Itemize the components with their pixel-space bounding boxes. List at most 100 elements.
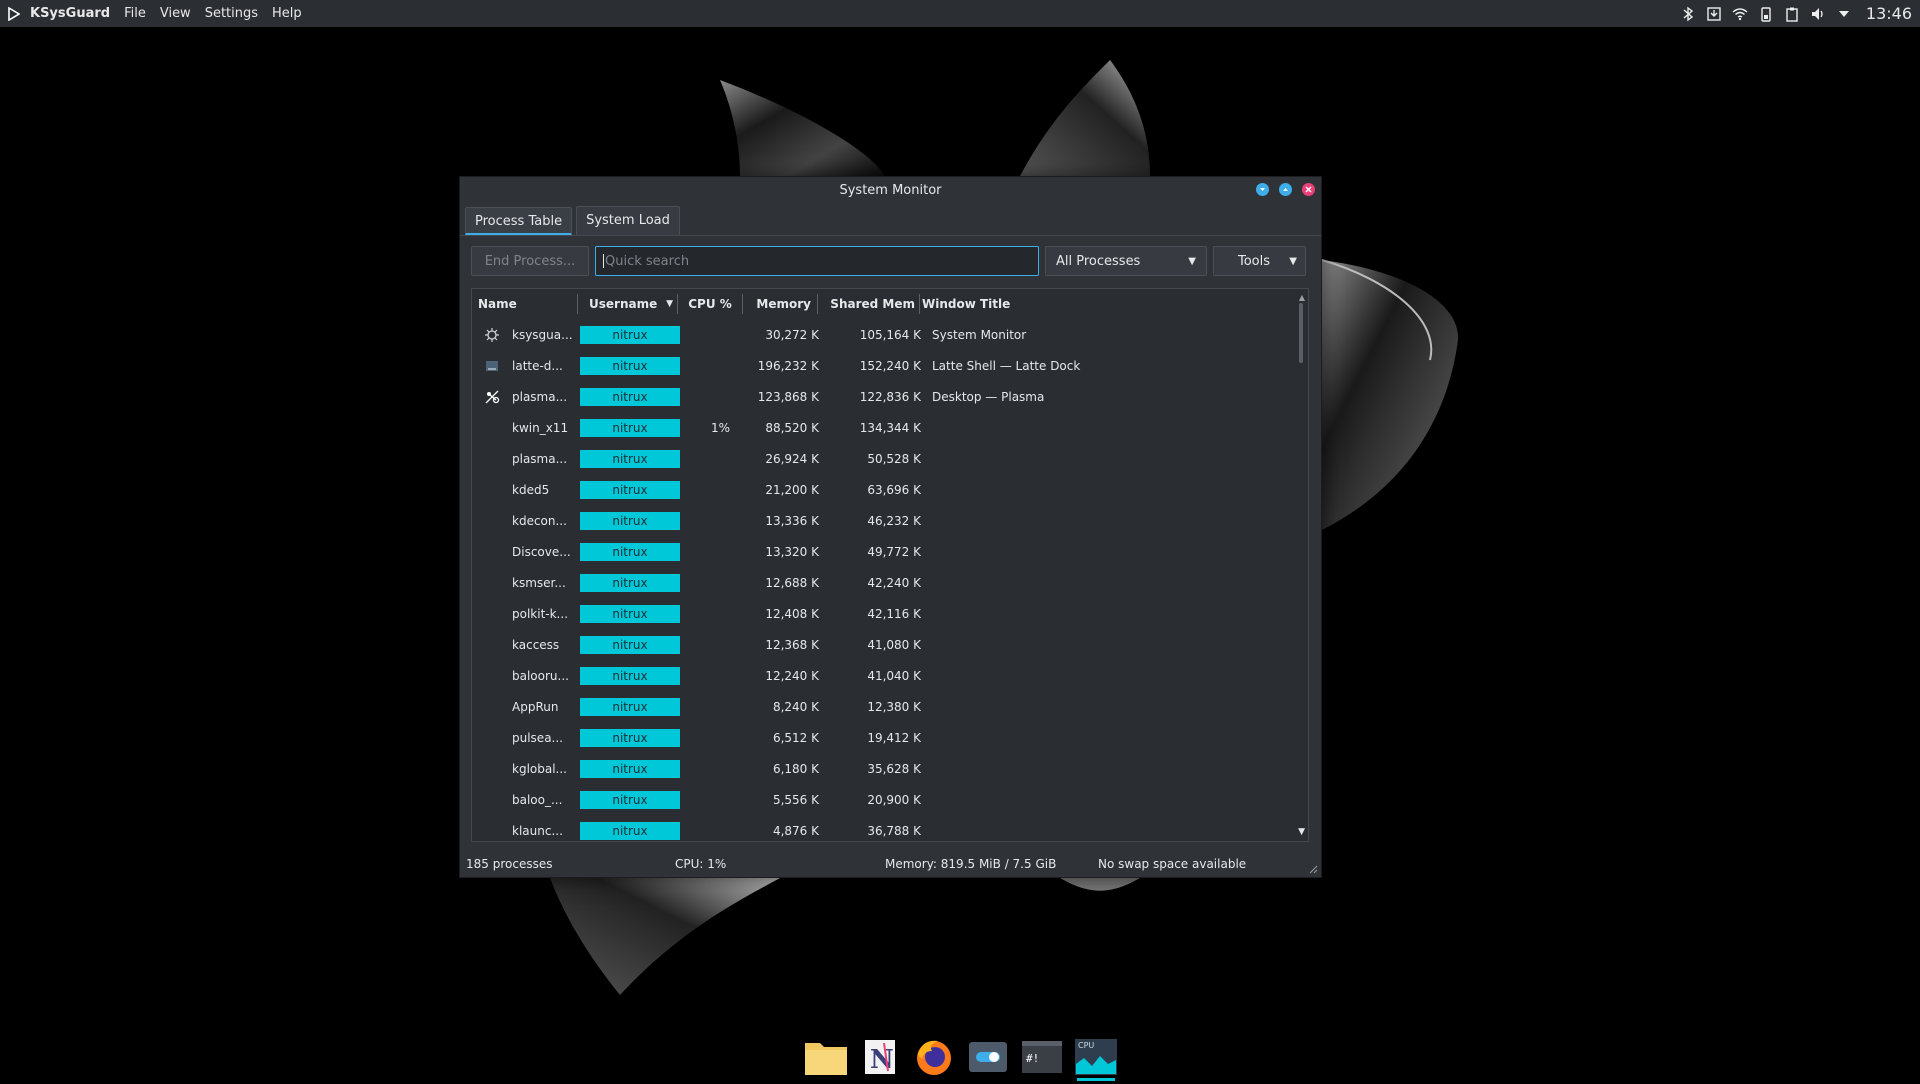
process-name: balooru...: [512, 668, 569, 683]
username-badge: nitrux: [580, 449, 680, 468]
username-badge: nitrux: [580, 759, 680, 778]
column-memory[interactable]: Memory: [743, 294, 818, 314]
dock-firefox[interactable]: [911, 1035, 957, 1079]
tray-expand-icon[interactable]: [1836, 6, 1852, 22]
tools-button[interactable]: Tools ▼: [1213, 246, 1306, 276]
cell-shared-mem: 35,628 K: [867, 761, 921, 776]
blank-process-icon: [484, 699, 500, 715]
dock-files[interactable]: [803, 1035, 849, 1079]
dock-settings-toggle[interactable]: [965, 1035, 1011, 1079]
table-row[interactable]: AppRun nitrux 8,240 K 12,380 K: [472, 691, 1308, 722]
minimize-button[interactable]: [1256, 183, 1269, 196]
column-window-title[interactable]: Window Title: [920, 294, 1120, 314]
scroll-down-arrow-icon[interactable]: ▼: [1298, 827, 1305, 837]
table-row[interactable]: balooru... nitrux 12,240 K 41,040 K: [472, 660, 1308, 691]
window-titlebar[interactable]: System Monitor: [460, 177, 1321, 203]
scroll-thumb[interactable]: [1299, 303, 1303, 363]
toggle-icon: [969, 1041, 1007, 1072]
end-process-button[interactable]: End Process...: [471, 246, 589, 276]
dock-terminal[interactable]: #!: [1019, 1035, 1065, 1079]
blank-process-icon: [484, 420, 500, 436]
blank-process-icon: [484, 451, 500, 467]
process-filter-value: All Processes: [1056, 253, 1141, 269]
table-row[interactable]: kded5 nitrux 21,200 K 63,696 K: [472, 474, 1308, 505]
process-table[interactable]: Name Username ▼ CPU % Memory Shared Mem …: [471, 288, 1309, 842]
table-row[interactable]: kwin_x11 nitrux 1% 88,520 K 134,344 K: [472, 412, 1308, 443]
menu-view[interactable]: View: [160, 6, 191, 21]
table-row[interactable]: ksmser... nitrux 12,688 K 42,240 K: [472, 567, 1308, 598]
table-row[interactable]: pulsea... nitrux 6,512 K 19,412 K: [472, 722, 1308, 753]
table-row[interactable]: polkit-k... nitrux 12,408 K 42,116 K: [472, 598, 1308, 629]
cell-username: nitrux: [578, 635, 688, 654]
cell-username: nitrux: [578, 821, 688, 840]
table-row[interactable]: plasma... nitrux 123,868 K 122,836 K Desktop…: [472, 381, 1308, 412]
cell-name: kaccess: [472, 637, 578, 653]
memory-status: Memory: 819.5 MiB / 7.5 GiB: [885, 857, 1057, 871]
cell-shared-mem: 20,900 K: [867, 792, 921, 807]
window-title: System Monitor: [839, 182, 942, 198]
cell-shared-mem: 42,116 K: [867, 606, 921, 621]
process-count: 185 processes: [466, 857, 553, 871]
username-badge: nitrux: [580, 666, 680, 685]
menu-settings[interactable]: Settings: [205, 6, 258, 21]
table-row[interactable]: plasma... nitrux 26,924 K 50,528 K: [472, 443, 1308, 474]
username-badge: nitrux: [580, 573, 680, 592]
close-button[interactable]: [1302, 183, 1315, 196]
table-row[interactable]: kaccess nitrux 12,368 K 41,080 K: [472, 629, 1308, 660]
play-icon[interactable]: [8, 6, 20, 21]
vertical-scrollbar[interactable]: ▲ ▼: [1294, 289, 1308, 841]
updates-icon[interactable]: [1706, 6, 1722, 22]
username-badge: nitrux: [580, 356, 680, 375]
column-shared-mem[interactable]: Shared Mem: [818, 294, 920, 314]
process-name: plasma...: [512, 451, 568, 466]
column-username[interactable]: Username ▼: [578, 294, 678, 314]
clock[interactable]: 13:46: [1866, 4, 1912, 23]
dock-nitrux[interactable]: N: [857, 1035, 903, 1079]
nitrux-icon: N: [865, 1039, 895, 1075]
cell-cpu: 1%: [710, 420, 731, 435]
wifi-icon[interactable]: [1732, 6, 1748, 22]
maximize-button[interactable]: [1279, 183, 1292, 196]
scroll-up-arrow-icon[interactable]: ▲: [1299, 293, 1305, 302]
system-monitor-window: System Monitor Process Table System Load…: [459, 176, 1322, 878]
table-row[interactable]: latte-d... nitrux 196,232 K 152,240 K Latte …: [472, 350, 1308, 381]
tab-system-load[interactable]: System Load: [576, 206, 680, 235]
process-filter-select[interactable]: All Processes ▼: [1045, 246, 1207, 276]
cell-username: nitrux: [578, 697, 688, 716]
blank-process-icon: [484, 637, 500, 653]
username-badge: nitrux: [580, 697, 680, 716]
cell-memory: 4,876 K: [772, 823, 819, 838]
table-row[interactable]: klaunc... nitrux 4,876 K 36,788 K: [472, 815, 1308, 841]
cell-name: kded5: [472, 482, 578, 498]
bluetooth-icon[interactable]: [1680, 6, 1696, 22]
cell-memory: 12,240 K: [765, 668, 819, 683]
clipboard-icon[interactable]: [1784, 6, 1800, 22]
process-name: AppRun: [512, 699, 559, 714]
table-row[interactable]: kglobal... nitrux 6,180 K 35,628 K: [472, 753, 1308, 784]
process-name: latte-d...: [512, 358, 563, 373]
system-tray: 13:46: [1680, 4, 1912, 23]
cell-window-title: System Monitor: [932, 327, 1027, 342]
column-name[interactable]: Name: [472, 294, 578, 314]
resize-grip-icon[interactable]: [1309, 865, 1318, 874]
blank-process-icon: [484, 823, 500, 839]
table-row[interactable]: baloo_... nitrux 5,556 K 20,900 K: [472, 784, 1308, 815]
column-cpu[interactable]: CPU %: [678, 294, 743, 314]
table-row[interactable]: Discove... nitrux 13,320 K 49,772 K: [472, 536, 1308, 567]
menu-file[interactable]: File: [124, 6, 146, 21]
process-name: baloo_...: [512, 792, 563, 807]
latte-dock: N #! CPU: [798, 1033, 1124, 1081]
username-badge: nitrux: [580, 635, 680, 654]
menu-help[interactable]: Help: [272, 6, 302, 21]
battery-icon[interactable]: [1758, 6, 1774, 22]
search-input[interactable]: Quick search: [595, 246, 1039, 276]
cell-shared-mem: 46,232 K: [867, 513, 921, 528]
volume-icon[interactable]: [1810, 6, 1826, 22]
dock-system-monitor[interactable]: CPU: [1073, 1035, 1119, 1081]
cell-name: latte-d...: [472, 358, 578, 374]
tab-process-table[interactable]: Process Table: [465, 207, 573, 235]
cell-shared-mem: 50,528 K: [867, 451, 921, 466]
table-row[interactable]: kdecon... nitrux 13,336 K 46,232 K: [472, 505, 1308, 536]
username-badge: nitrux: [580, 604, 680, 623]
table-row[interactable]: ksysgua... nitrux 30,272 K 105,164 K System …: [472, 319, 1308, 350]
